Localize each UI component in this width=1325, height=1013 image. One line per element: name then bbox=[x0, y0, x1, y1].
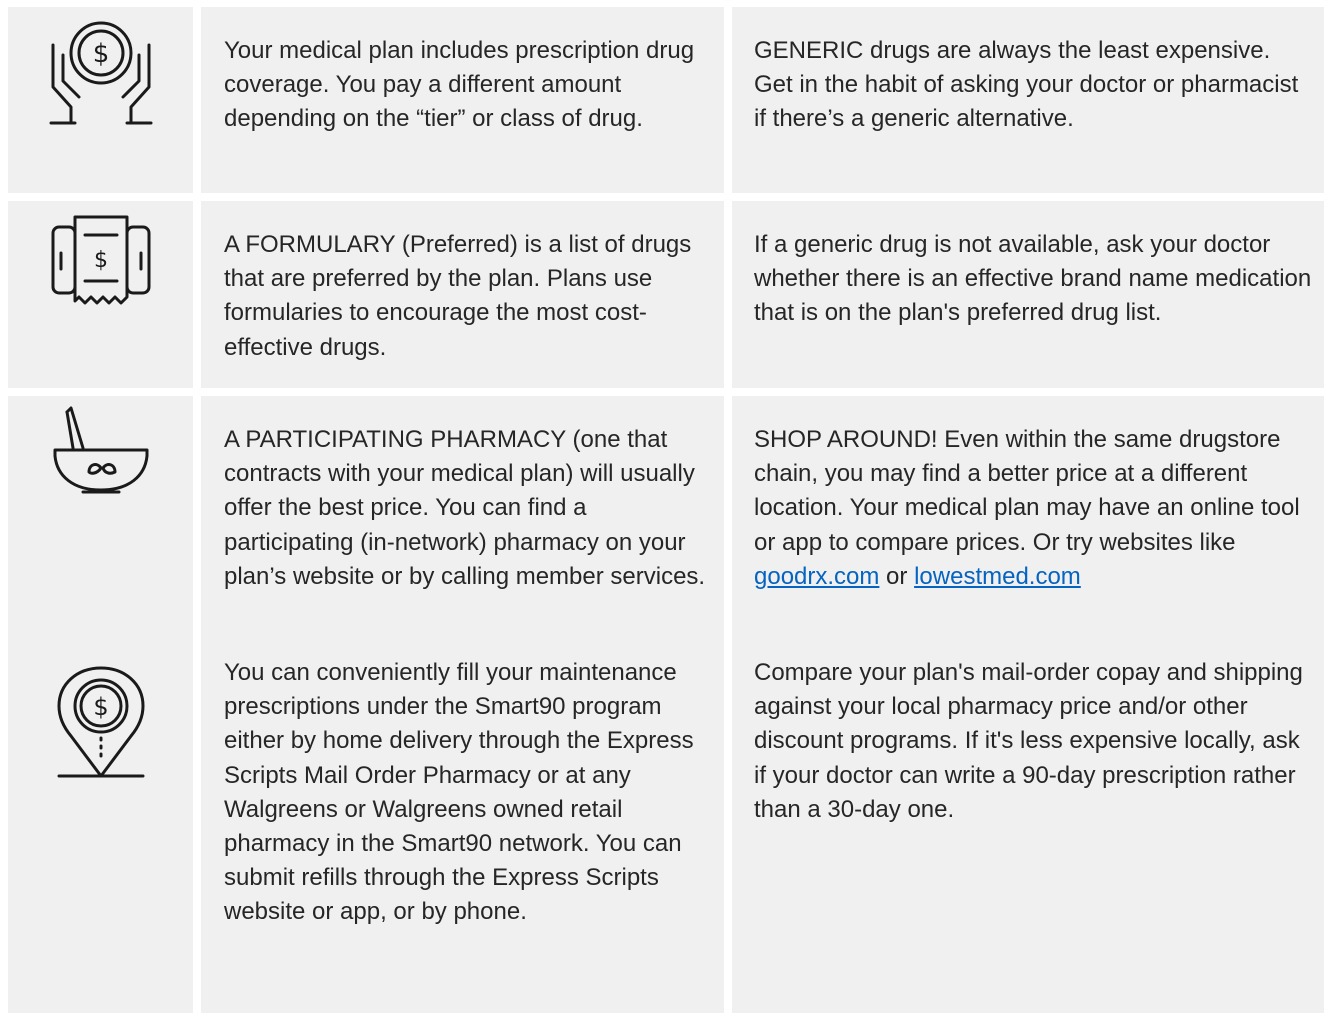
icon-cell-1: $ bbox=[8, 7, 193, 193]
tip-text-1-right: GENERIC drugs are always the least expen… bbox=[732, 7, 1324, 193]
svg-text:$: $ bbox=[92, 39, 109, 69]
mortar-pestle-icon bbox=[45, 406, 157, 496]
tip-paragraph: Compare your plan's mail-order copay and… bbox=[754, 659, 1303, 823]
tip-text-3-4-right: SHOP AROUND! Even within the same drugst… bbox=[732, 396, 1324, 1013]
tip-paragraph: Your medical plan includes prescription … bbox=[224, 37, 695, 133]
tip-paragraph: You can conveniently fill your maintenan… bbox=[224, 659, 694, 926]
svg-text:$: $ bbox=[94, 248, 108, 273]
tip-text-1-left: Your medical plan includes prescription … bbox=[201, 7, 724, 193]
hands-holding-coin-icon: $ bbox=[45, 15, 157, 127]
lowestmed-link[interactable]: lowestmed.com bbox=[914, 563, 1081, 590]
tip-paragraph: A PARTICIPATING PHARMACY (one that contr… bbox=[224, 426, 706, 590]
svg-text:$: $ bbox=[93, 693, 108, 721]
tips-grid: $ Your medical plan includes prescriptio… bbox=[8, 7, 1325, 1013]
tip-text-2-left: A FORMULARY (Preferred) is a list of dru… bbox=[201, 201, 724, 388]
goodrx-link[interactable]: goodrx.com bbox=[754, 563, 879, 590]
shop-around-text: SHOP AROUND! Even within the same drugst… bbox=[754, 426, 1300, 556]
icon-cell-3: $ bbox=[8, 396, 193, 1013]
link-separator: or bbox=[879, 562, 915, 590]
phone-receipt-icon: $ bbox=[45, 213, 157, 309]
tip-paragraph: If a generic drug is not available, ask … bbox=[754, 231, 1312, 327]
tip-paragraph: SHOP AROUND! Even within the same drugst… bbox=[754, 423, 1314, 594]
icon-cell-2: $ bbox=[8, 201, 193, 388]
tip-text-2-right: If a generic drug is not available, ask … bbox=[732, 201, 1324, 388]
tip-paragraph: GENERIC drugs are always the least expen… bbox=[754, 37, 1299, 133]
tip-paragraph: A FORMULARY (Preferred) is a list of dru… bbox=[224, 231, 692, 361]
tip-text-3-4-left: A PARTICIPATING PHARMACY (one that contr… bbox=[201, 396, 724, 1013]
location-pin-dollar-icon: $ bbox=[53, 666, 149, 782]
